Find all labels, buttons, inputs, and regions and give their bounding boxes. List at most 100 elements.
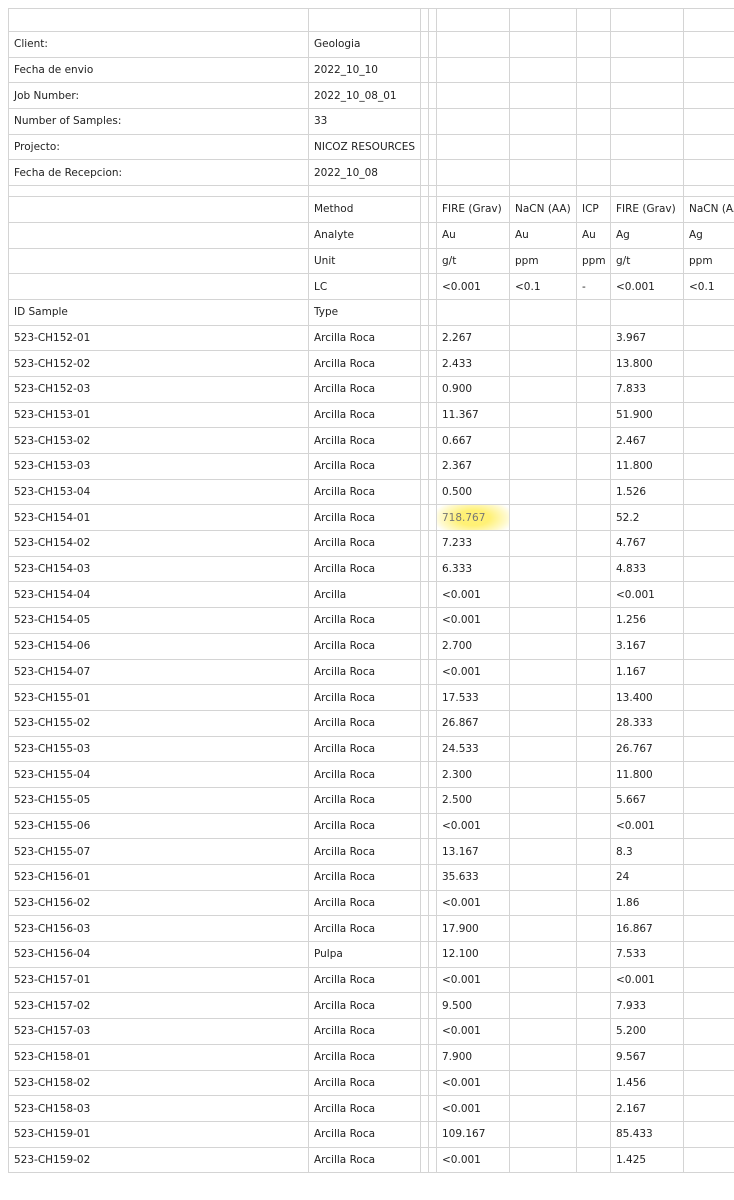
table-cell[interactable] [420,478,429,506]
table-cell[interactable] [576,324,611,352]
ag-fire-cell[interactable]: 1.526 [610,478,684,506]
au-fire-cell[interactable]: 0.500 [436,478,510,506]
table-cell[interactable] [428,453,437,480]
sample-type-cell[interactable]: Arcilla Roca [308,761,421,788]
table-cell[interactable] [509,478,577,506]
table-cell[interactable] [428,350,437,377]
table-cell[interactable] [576,889,611,917]
sample-type-cell[interactable]: Arcilla Roca [308,786,421,814]
table-cell[interactable] [420,915,429,943]
table-cell[interactable] [428,1069,437,1097]
header-value-number-of-samples[interactable]: 33 [308,108,421,135]
sample-type-cell[interactable]: Arcilla Roca [308,889,421,917]
au-fire-cell[interactable]: 7.900 [436,1043,510,1071]
table-cell[interactable] [436,56,510,84]
table-cell[interactable] [509,838,577,865]
ag-fire-cell[interactable]: <0.001 [610,812,684,840]
au-fire-cell[interactable]: 2.700 [436,632,510,660]
ag-fire-cell[interactable]: 7.933 [610,992,684,1020]
table-cell[interactable] [420,1120,429,1148]
table-cell[interactable] [683,82,734,110]
ag-fire-cell[interactable]: 13.800 [610,350,684,377]
table-cell[interactable] [420,324,429,352]
table-cell[interactable] [436,8,510,32]
sample-type-cell[interactable]: Arcilla Roca [308,453,421,480]
table-cell[interactable] [428,478,437,506]
table-cell[interactable] [683,1069,734,1097]
au-fire-cell[interactable]: <0.001 [436,607,510,634]
table-cell[interactable] [576,1018,611,1045]
table-cell[interactable] [683,1146,734,1174]
table-cell[interactable] [509,82,577,110]
sample-id-cell[interactable]: 523-CH155-07 [8,838,309,865]
au-fire-cell[interactable]: 17.533 [436,684,510,711]
ag-fire-cell[interactable]: 8.3 [610,838,684,865]
table-cell[interactable] [683,1043,734,1071]
table-cell[interactable] [509,375,577,403]
au-fire-cell[interactable]: 2.500 [436,786,510,814]
table-cell[interactable] [576,1120,611,1148]
ag-fire-cell[interactable]: 26.767 [610,735,684,763]
sample-type-cell[interactable]: Arcilla Roca [308,966,421,994]
table-cell[interactable] [420,864,429,891]
table-cell[interactable] [428,1018,437,1045]
table-cell[interactable] [683,530,734,557]
ag-fire-cell[interactable]: 2.467 [610,427,684,454]
table-cell[interactable] [683,324,734,352]
sample-type-cell[interactable]: Arcilla Roca [308,401,421,429]
table-cell[interactable] [428,658,437,686]
table-cell[interactable] [683,504,734,532]
table-cell[interactable] [420,159,429,187]
table-cell[interactable] [683,453,734,480]
table-cell[interactable] [610,159,684,187]
au-fire-cell[interactable]: 9.500 [436,992,510,1020]
table-cell[interactable] [420,889,429,917]
au-fire-cell[interactable]: 2.367 [436,453,510,480]
sample-type-cell[interactable]: Arcilla Roca [308,350,421,377]
table-cell[interactable] [420,427,429,454]
au-fire-cell[interactable]: 12.100 [436,941,510,968]
table-cell[interactable] [683,992,734,1020]
table-cell[interactable] [420,375,429,403]
ag-fire-cell[interactable]: 1.256 [610,607,684,634]
table-cell[interactable] [428,185,437,198]
table-cell[interactable] [509,735,577,763]
table-cell[interactable] [683,658,734,686]
au-fire-cell[interactable]: 35.633 [436,864,510,891]
au-fire-cell[interactable]: 26.867 [436,709,510,737]
ag-fire-cell[interactable]: 1.86 [610,889,684,917]
table-cell[interactable] [428,812,437,840]
au-fire-cell[interactable]: 11.367 [436,401,510,429]
table-cell[interactable] [509,658,577,686]
unit-cell[interactable]: ppm [576,247,611,275]
table-cell[interactable] [420,607,429,634]
table-cell[interactable] [683,684,734,711]
sample-id-cell[interactable]: 523-CH156-02 [8,889,309,917]
analyte-cell[interactable]: Au [509,221,577,249]
table-cell[interactable] [509,350,577,377]
table-cell[interactable] [509,812,577,840]
au-fire-cell[interactable]: <0.001 [436,658,510,686]
table-cell[interactable] [683,838,734,865]
sample-type-cell[interactable]: Arcilla Roca [308,709,421,737]
sample-id-cell[interactable]: 523-CH154-03 [8,555,309,583]
ag-fire-cell[interactable]: 7.833 [610,375,684,403]
table-cell[interactable] [683,812,734,840]
table-cell[interactable] [683,889,734,917]
table-cell[interactable] [428,889,437,917]
sample-type-cell[interactable]: Arcilla Roca [308,864,421,891]
lc-cell[interactable]: <0.1 [683,273,734,300]
table-cell[interactable] [420,221,429,249]
table-cell[interactable] [420,273,429,300]
table-cell[interactable] [428,221,437,249]
au-fire-cell[interactable]: <0.001 [436,1018,510,1045]
table-cell[interactable] [509,1043,577,1071]
table-cell[interactable] [420,504,429,532]
table-cell[interactable] [509,324,577,352]
method-label[interactable]: Method [308,196,421,223]
table-cell[interactable] [428,838,437,865]
table-cell[interactable] [428,992,437,1020]
table-cell[interactable] [576,812,611,840]
table-cell[interactable] [576,658,611,686]
table-cell[interactable] [420,350,429,377]
